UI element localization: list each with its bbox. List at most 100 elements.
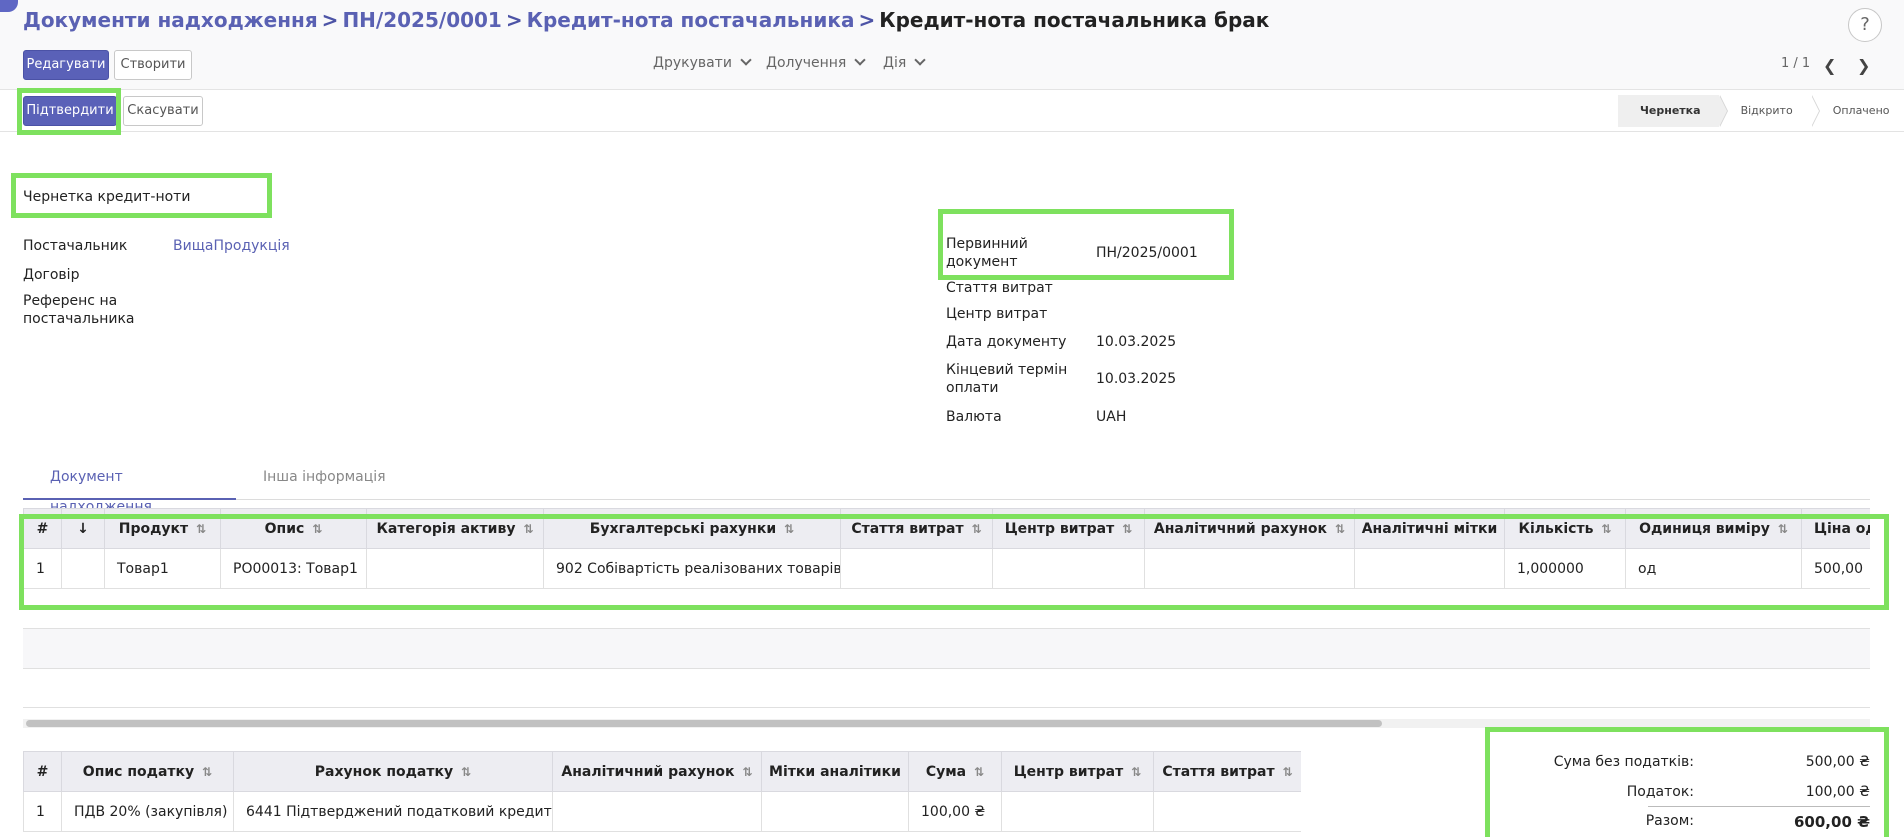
status-step-draft[interactable]: Чернетка: [1618, 95, 1728, 127]
tax-col-header-account[interactable]: Рахунок податку ⇅: [233, 751, 553, 792]
tax-col-header-expense-item[interactable]: Стаття витрат ⇅: [1153, 751, 1301, 792]
col-header-label: Категорія активу: [376, 520, 516, 537]
field-label-contract: Договір: [23, 267, 80, 283]
cell-amount[interactable]: 100,00 ₴: [908, 791, 1002, 832]
cell-analytic-tags[interactable]: [761, 791, 909, 832]
tax-col-header-description[interactable]: Опис податку ⇅: [61, 751, 234, 792]
cell-unit-price[interactable]: 500,00: [1801, 548, 1870, 589]
chevron-down-icon: [740, 54, 752, 66]
cell-analytic-account[interactable]: [552, 791, 762, 832]
col-header-asset-category[interactable]: Категорія активу ⇅: [366, 508, 544, 549]
cell-tax-description[interactable]: ПДВ 20% (закупівля): [61, 791, 234, 832]
cell-description[interactable]: PO00013: Товар1: [220, 548, 367, 589]
confirm-button[interactable]: Підтвердити: [23, 96, 117, 126]
field-label-expense-item: Стаття витрат: [946, 280, 1053, 296]
help-button[interactable]: ?: [1848, 8, 1882, 42]
cell-uom[interactable]: од: [1625, 548, 1802, 589]
sort-icon: ⇅: [971, 521, 982, 536]
print-dropdown[interactable]: Друкувати: [653, 54, 752, 71]
cell-cost-center[interactable]: [992, 548, 1145, 589]
col-header-quantity[interactable]: Кількість ⇅: [1504, 508, 1626, 549]
table-row[interactable]: 1 ПДВ 20% (закупівля) 6441 Підтверджений…: [23, 791, 1301, 832]
cell-number: 1: [23, 548, 62, 589]
sort-icon: ⇅: [312, 521, 323, 536]
pager-prev-icon[interactable]: ❮: [1823, 56, 1836, 75]
lines-header-row: # ↓ Продукт ⇅ Опис ⇅ Категорія активу ⇅ Бух…: [23, 508, 1870, 549]
edit-button[interactable]: Редагувати: [23, 50, 109, 80]
col-header-cost-center[interactable]: Центр витрат ⇅: [992, 508, 1145, 549]
col-header-expense-item[interactable]: Стаття витрат ⇅: [840, 508, 993, 549]
currency-value[interactable]: UAH: [1096, 408, 1126, 426]
sort-icon: ⇅: [196, 521, 207, 536]
status-step-open[interactable]: Відкрито: [1718, 95, 1820, 127]
total-amount-value: 600,00 ₴: [1794, 813, 1870, 831]
breadcrumb-item-receipts[interactable]: Документи надходження: [23, 8, 318, 32]
col-header-label: Аналітичний рахунок: [561, 763, 735, 780]
col-header-product[interactable]: Продукт ⇅: [104, 508, 221, 549]
horizontal-scrollbar[interactable]: [26, 720, 1382, 727]
breadcrumb-separator: >: [858, 8, 876, 32]
status-step-paid[interactable]: Оплачено: [1810, 95, 1904, 127]
pager-value[interactable]: 1 / 1: [1781, 56, 1810, 71]
col-header-label: Опис: [264, 520, 305, 537]
tax-col-header-analytic-tags[interactable]: Мітки аналітики: [761, 751, 909, 792]
menu-toggle[interactable]: ›: [0, 0, 18, 12]
tax-col-header-cost-center[interactable]: Центр витрат ⇅: [1001, 751, 1154, 792]
cell-sequence: [61, 548, 105, 589]
cell-account[interactable]: 902 Собівартість реалізованих товарів: [543, 548, 841, 589]
breadcrumb-item-credit-notes[interactable]: Кредит-нота постачальника: [527, 8, 855, 32]
attachments-dropdown[interactable]: Долучення: [766, 54, 867, 71]
cancel-button[interactable]: Скасувати: [123, 96, 203, 126]
totals-divider: [1648, 806, 1870, 807]
attachments-label: Долучення: [766, 55, 847, 71]
origin-doc-value[interactable]: ПН/2025/0001: [1096, 244, 1198, 262]
col-header-uom[interactable]: Одиниця виміру ⇅: [1625, 508, 1802, 549]
sort-icon: ⇅: [1335, 521, 1346, 536]
col-header-accounts[interactable]: Бухгалтерські рахунки ⇅: [543, 508, 841, 549]
tax-col-header-amount[interactable]: Сума ⇅: [908, 751, 1002, 792]
cell-cost-center[interactable]: [1001, 791, 1154, 832]
cell-asset-category[interactable]: [366, 548, 544, 589]
breadcrumb: Документи надходження > ПН/2025/0001 > Креди…: [23, 8, 1269, 32]
col-header-label: Стаття витрат: [1162, 763, 1275, 780]
cell-analytic-tags[interactable]: [1354, 548, 1505, 589]
col-header-unit-price[interactable]: Ціна од: [1801, 508, 1870, 549]
action-dropdown[interactable]: Дія: [883, 54, 926, 71]
chevron-down-icon: [854, 54, 867, 66]
cell-quantity[interactable]: 1,000000: [1504, 548, 1626, 589]
col-header-label: Одиниця виміру: [1639, 520, 1770, 537]
col-header-sequence[interactable]: ↓: [61, 508, 105, 549]
col-header-description[interactable]: Опис ⇅: [220, 508, 367, 549]
due-date-value[interactable]: 10.03.2025: [1096, 370, 1176, 388]
col-header-label: Аналітичний рахунок: [1153, 520, 1328, 537]
col-header-label: Кількість: [1518, 520, 1594, 537]
breadcrumb-item-receipt-doc[interactable]: ПН/2025/0001: [342, 8, 501, 32]
cell-product[interactable]: Товар1: [104, 548, 221, 589]
vendor-link[interactable]: ВищаПродукція: [173, 237, 290, 255]
sort-icon: ⇅: [742, 764, 753, 779]
tax-header-row: # Опис податку ⇅ Рахунок податку ⇅ Аналіти…: [23, 751, 1301, 792]
untaxed-amount-label: Сума без податків:: [1553, 754, 1694, 770]
doc-date-value[interactable]: 10.03.2025: [1096, 333, 1176, 351]
print-label: Друкувати: [653, 55, 732, 71]
cell-expense-item[interactable]: [840, 548, 993, 589]
tax-amount-value: 100,00 ₴: [1805, 784, 1870, 800]
col-header-analytic-tags[interactable]: Аналітичні мітки: [1354, 508, 1505, 549]
table-row[interactable]: 1 Товар1 PO00013: Товар1 902 Собівартіст…: [23, 548, 1870, 589]
field-label-vendor-ref: Референс на постачальника: [23, 293, 135, 327]
create-button[interactable]: Створити: [114, 50, 192, 80]
tab-other-info[interactable]: Інша інформація: [236, 462, 413, 500]
cell-analytic-account[interactable]: [1144, 548, 1355, 589]
cell-expense-item[interactable]: [1153, 791, 1301, 832]
col-header-label: Сума: [925, 763, 967, 780]
cell-tax-account[interactable]: 6441 Підтверджений податковий кредит: [233, 791, 553, 832]
field-label-currency: Валюта: [946, 409, 1002, 425]
tax-col-header-analytic-account[interactable]: Аналітичний рахунок ⇅: [552, 751, 762, 792]
col-header-label: Продукт: [118, 520, 189, 537]
pager-next-icon[interactable]: ❯: [1857, 56, 1870, 75]
tab-receipt-document[interactable]: Документ надходження: [23, 462, 236, 515]
sort-icon: ⇅: [461, 764, 472, 779]
control-panel: › Документи надходження>ПН/2025/0001>Кре…: [0, 0, 1904, 90]
col-header-label: Стаття витрат: [851, 520, 964, 537]
col-header-analytic-account[interactable]: Аналітичний рахунок ⇅: [1144, 508, 1355, 549]
